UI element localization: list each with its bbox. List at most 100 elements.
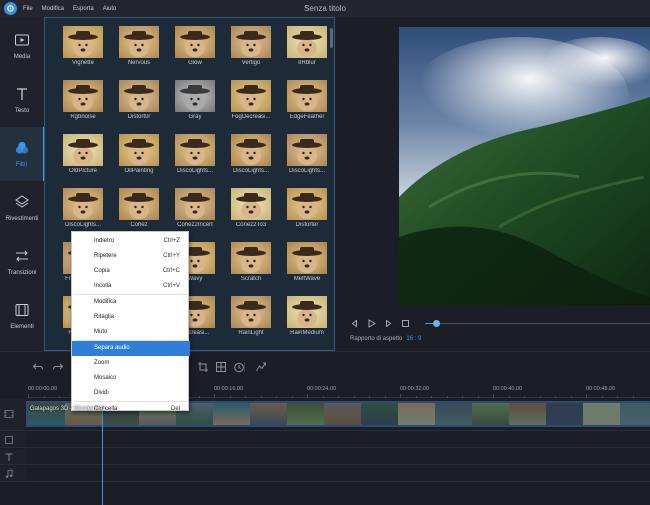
context-menu-item[interactable]: Mosaico	[72, 371, 190, 386]
ruler-tick	[493, 394, 494, 398]
overlay-track-icon	[5, 436, 13, 444]
clip-title: Galapagos 3D - Wonderwall	[30, 406, 105, 412]
step-back-icon[interactable]	[350, 319, 359, 328]
redo-icon[interactable]	[52, 361, 64, 373]
context-menu-item[interactable]: Copia Ctrl+C	[72, 264, 190, 279]
context-menu-item[interactable]: Modifica	[72, 295, 190, 310]
filter-tile[interactable]: Vignette	[55, 20, 111, 68]
filter-thumbnail	[231, 134, 271, 166]
ruler-tick-label: 00:00:48.00	[586, 386, 616, 392]
filter-tile[interactable]: Rgbnoise	[55, 74, 111, 122]
filter-label: DiscoLights...	[232, 168, 269, 174]
mosaic-icon[interactable]	[215, 361, 227, 373]
sidebar-item-rivestimenti[interactable]: Rivestimenti	[0, 181, 44, 235]
aspect-ratio-label: Rapporto di aspetto	[350, 336, 403, 342]
clip-frame-thumbnail	[213, 403, 250, 425]
filter-label: Conez2Incert	[177, 222, 213, 228]
filter-tile[interactable]: OldPicture	[55, 128, 111, 176]
overlay-track[interactable]	[26, 432, 650, 448]
crop-icon[interactable]	[197, 361, 209, 373]
sidebar-item-filtri[interactable]: Filtri	[0, 127, 44, 181]
sidebar-item-media[interactable]: Media	[0, 19, 44, 73]
filter-label: Vignette	[72, 60, 94, 66]
preview-video[interactable]	[399, 27, 650, 305]
context-menu-item[interactable]: Ripetere Ctrl+Y	[72, 249, 190, 264]
seek-bar[interactable]	[425, 323, 650, 324]
stop-icon[interactable]	[401, 319, 410, 328]
filter-tile[interactable]: MeltWave	[279, 236, 334, 284]
clip-frame-thumbnail	[398, 403, 435, 425]
sidebar-item-transizioni[interactable]: Transizioni	[0, 235, 44, 289]
filter-tile[interactable]: Vertigo	[223, 20, 279, 68]
context-menu-item[interactable]: Indietro Ctrl+Z	[72, 234, 190, 249]
ruler-tick	[198, 396, 200, 398]
ruler-tick	[632, 396, 634, 398]
context-menu-item[interactable]: Muto	[72, 325, 190, 340]
filter-tile[interactable]: Conez	[111, 182, 167, 230]
filter-tile[interactable]: Conez2Incert	[167, 182, 223, 230]
context-menu-item[interactable]: Dividi	[72, 386, 190, 401]
aspect-ratio-value[interactable]: 16 : 9	[406, 336, 421, 342]
menu-modifica[interactable]: Modifica	[42, 6, 64, 12]
filter-label: RainLight	[238, 330, 264, 336]
filter-tile[interactable]: Scratch	[223, 236, 279, 284]
filter-tile[interactable]: RainMedium	[279, 290, 334, 338]
filter-thumbnail	[63, 134, 103, 166]
filter-tile[interactable]: Distorter	[279, 182, 334, 230]
preview-panel: Rapporto di aspetto 16 : 9	[335, 17, 650, 351]
play-icon[interactable]	[367, 319, 376, 328]
toolbar-divider	[244, 362, 245, 372]
ruler-tick-label: 00:00:24.00	[307, 386, 337, 392]
context-menu-item-label: Incolla	[94, 283, 112, 289]
filter-tile[interactable]: DiscoLights...	[167, 128, 223, 176]
menu-file[interactable]: File	[23, 6, 33, 12]
filter-tile[interactable]: IIRblur	[279, 20, 334, 68]
seek-handle[interactable]	[433, 320, 440, 327]
filter-label: EdgeFeather	[289, 114, 325, 120]
media-icon	[15, 34, 29, 46]
filter-thumbnail	[287, 26, 327, 58]
context-menu-item[interactable]: Zoom	[72, 356, 190, 371]
filter-label: DiscoLights...	[64, 222, 101, 228]
ruler-tick-label: 00:00:32.00	[400, 386, 430, 392]
filter-tile[interactable]: Distort0r	[111, 74, 167, 122]
filter-tile[interactable]: Gray	[167, 74, 223, 122]
menu-aiuto[interactable]: Aiuto	[103, 6, 117, 12]
filter-tile[interactable]: DiscoLights...	[279, 128, 334, 176]
text-track[interactable]	[26, 449, 650, 465]
context-menu-item[interactable]: Incolla Ctrl+V	[72, 279, 190, 294]
context-menu-item-label: Dividi	[94, 390, 109, 396]
filter-tile[interactable]: OilPainting	[111, 128, 167, 176]
sidebar-item-label: Testo	[14, 108, 30, 114]
filters-scroll-thumb[interactable]	[330, 28, 333, 48]
filters-scrollbar[interactable]	[329, 24, 333, 344]
filter-tile[interactable]: DiscoLights...	[55, 182, 111, 230]
sidebar-item-elementi[interactable]: Elementi	[0, 289, 44, 343]
filter-tile[interactable]: Nervous	[111, 20, 167, 68]
sidebar-item-testo[interactable]: Testo	[0, 73, 44, 127]
ruler-tick	[322, 396, 324, 398]
context-menu-shortcut: Ctrl+C	[162, 268, 180, 274]
filter-tile[interactable]: RainLight	[223, 290, 279, 338]
filter-tile[interactable]: DiscoLights...	[223, 128, 279, 176]
text-track-icon	[5, 453, 13, 461]
filter-tile[interactable]: Glow	[167, 20, 223, 68]
step-forward-icon[interactable]	[384, 319, 393, 328]
undo-icon[interactable]	[32, 361, 44, 373]
sidebar-item-label: Rivestimenti	[5, 216, 39, 222]
filter-tile[interactable]: EdgeFeather	[279, 74, 334, 122]
filter-label: Conez2To3	[235, 222, 267, 228]
app-logo-icon[interactable]	[4, 2, 17, 15]
export-icon[interactable]	[255, 361, 267, 373]
filter-label: Gray	[188, 114, 202, 120]
ruler-tick	[570, 396, 572, 398]
filter-tile[interactable]: Conez2To3	[223, 182, 279, 230]
music-track[interactable]	[26, 466, 650, 482]
context-menu-item[interactable]: Ritaglia	[72, 310, 190, 325]
context-menu-item[interactable]: Separa audio	[72, 341, 190, 356]
context-menu-item-label: Modifica	[94, 299, 117, 305]
filter-label: Distort0r	[127, 114, 151, 120]
filter-label: Conez	[130, 222, 148, 228]
menu-esporta[interactable]: Esporta	[73, 6, 94, 12]
filter-tile[interactable]: FogDecreasi...	[223, 74, 279, 122]
